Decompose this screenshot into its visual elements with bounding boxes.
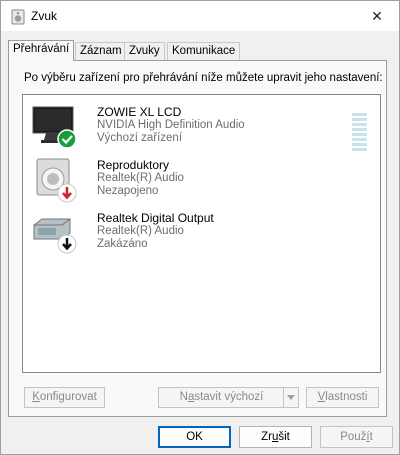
speaker-title-icon	[11, 9, 25, 25]
tab-communications[interactable]: Komunikace	[167, 42, 241, 60]
green-check-badge	[57, 129, 77, 149]
tab-recording[interactable]: Záznam	[75, 42, 127, 60]
window-title: Zvuk	[31, 9, 58, 23]
tab-sounds[interactable]: Zvuky	[124, 42, 165, 60]
device-driver: Realtek(R) Audio	[97, 172, 184, 184]
red-down-arrow-badge	[57, 183, 77, 203]
device-driver: Realtek(R) Audio	[97, 225, 184, 237]
device-name: ZOWIE XL LCD	[97, 105, 182, 119]
device-name: Reproduktory	[97, 158, 170, 172]
tab-playback[interactable]: Přehrávání	[8, 40, 75, 61]
sound-dialog: Zvuk ✕ Přehrávání Záznam Zvuky Komunikac…	[0, 0, 400, 455]
title-bar: Zvuk ✕	[1, 1, 399, 31]
close-button[interactable]: ✕	[355, 1, 399, 31]
device-driver: NVIDIA High Definition Audio	[97, 119, 245, 131]
monitor-icon	[32, 106, 77, 149]
properties-button[interactable]: Vlastnosti	[306, 387, 379, 408]
playback-description: Po výběru zařízení pro přehrávání níže m…	[24, 72, 383, 84]
device-status: Zakázáno	[97, 238, 148, 250]
close-icon: ✕	[371, 7, 383, 24]
device-item-digital-output[interactable]: Realtek Digital Output Realtek(R) Audio …	[23, 211, 378, 263]
device-item-zowie[interactable]: ZOWIE XL LCD NVIDIA High Definition Audi…	[23, 105, 378, 157]
volume-level-meter	[352, 113, 367, 153]
device-name: Realtek Digital Output	[97, 211, 214, 225]
ok-button[interactable]: OK	[158, 426, 231, 448]
configure-button[interactable]: Konfigurovat	[24, 387, 105, 408]
playback-panel: Po výběru zařízení pro přehrávání níže m…	[8, 60, 387, 417]
digital-output-icon	[33, 218, 77, 254]
device-status: Výchozí zařízení	[97, 132, 183, 144]
set-default-button[interactable]: Nastavit výchozí	[158, 387, 299, 408]
cancel-button[interactable]: Zrušit	[239, 426, 312, 448]
set-default-dropdown[interactable]	[283, 388, 298, 407]
speaker-icon	[36, 158, 77, 203]
device-item-speakers[interactable]: Reproduktory Realtek(R) Audio Nezapojeno	[23, 158, 378, 210]
device-status: Nezapojeno	[97, 185, 159, 197]
chevron-down-icon	[287, 395, 295, 400]
black-down-arrow-badge	[57, 234, 77, 254]
apply-button[interactable]: Použít	[320, 426, 393, 448]
device-list[interactable]: ZOWIE XL LCD NVIDIA High Definition Audi…	[22, 94, 381, 373]
